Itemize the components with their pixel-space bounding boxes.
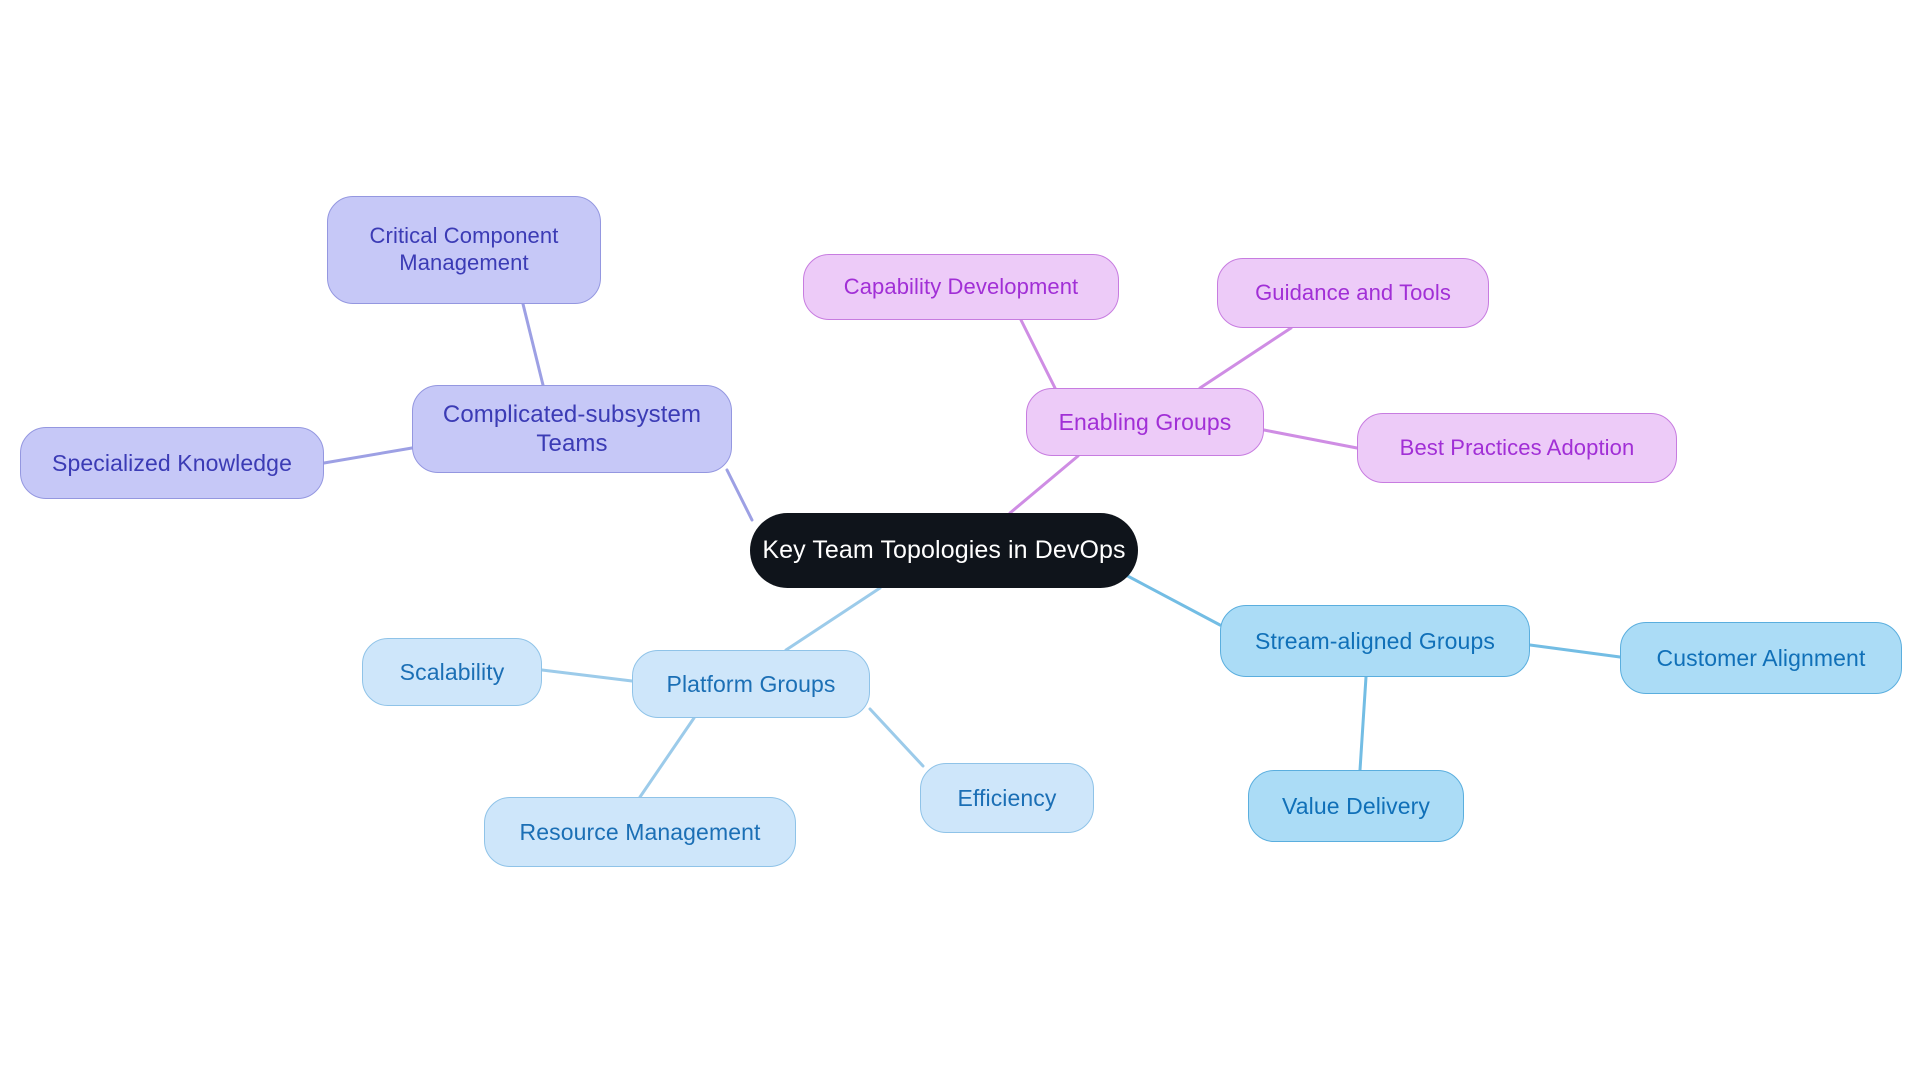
mindmap-node-stream-aligned-groups[interactable]: Stream-aligned Groups bbox=[1220, 605, 1530, 677]
edge-enabling-bestpractices bbox=[1262, 428, 1359, 450]
mindmap-node-label: Best Practices Adoption bbox=[1399, 434, 1635, 460]
mindmap-node-label: Guidance and Tools bbox=[1255, 279, 1451, 305]
mindmap-node-label: Critical Component Management bbox=[369, 223, 559, 275]
mindmap-node-complicated-subsystem-teams[interactable]: Complicated-subsystem Teams bbox=[412, 385, 732, 473]
edge-platform-scalability bbox=[540, 668, 634, 683]
edge-root-stream bbox=[1120, 571, 1222, 627]
edge-root-complicated bbox=[725, 468, 754, 522]
mindmap-node-guidance-and-tools[interactable]: Guidance and Tools bbox=[1217, 258, 1489, 328]
edge-platform-resource bbox=[638, 716, 696, 799]
mindmap-node-resource-management[interactable]: Resource Management bbox=[484, 797, 796, 867]
mindmap-node-label: Customer Alignment bbox=[1656, 644, 1866, 671]
edge-platform-efficiency bbox=[868, 707, 925, 768]
mindmap-node-label: Scalability bbox=[399, 658, 505, 685]
edge-complicated-critical bbox=[521, 302, 545, 387]
edge-enabling-capability bbox=[1019, 318, 1057, 390]
mindmap-node-label: Specialized Knowledge bbox=[52, 449, 292, 476]
mindmap-node-capability-development[interactable]: Capability Development bbox=[803, 254, 1119, 320]
mindmap-node-label: Value Delivery bbox=[1282, 792, 1430, 819]
mindmap-node-label: Resource Management bbox=[519, 818, 761, 845]
edge-stream-customer bbox=[1528, 643, 1622, 659]
mindmap-node-efficiency[interactable]: Efficiency bbox=[920, 763, 1094, 833]
mindmap-node-label: Capability Development bbox=[843, 273, 1079, 299]
mindmap-node-enabling-groups[interactable]: Enabling Groups bbox=[1026, 388, 1264, 456]
edge-root-enabling bbox=[1008, 454, 1080, 515]
mindmap-node-customer-alignment[interactable]: Customer Alignment bbox=[1620, 622, 1902, 694]
mindmap-node-platform-groups[interactable]: Platform Groups bbox=[632, 650, 870, 718]
mindmap-node-scalability[interactable]: Scalability bbox=[362, 638, 542, 706]
mindmap-node-critical-component-management[interactable]: Critical Component Management bbox=[327, 196, 601, 304]
mindmap-node-label: Stream-aligned Groups bbox=[1255, 627, 1495, 654]
mindmap-node-label: Platform Groups bbox=[666, 670, 836, 697]
mindmap-node-label: Enabling Groups bbox=[1058, 408, 1232, 435]
mindmap-node-specialized-knowledge[interactable]: Specialized Knowledge bbox=[20, 427, 324, 499]
mindmap-node-label: Key Team Topologies in DevOps bbox=[762, 536, 1126, 565]
mindmap-node-label: Complicated-subsystem Teams bbox=[442, 400, 702, 457]
edge-root-platform bbox=[784, 586, 882, 652]
mindmap-node-root[interactable]: Key Team Topologies in DevOps bbox=[750, 513, 1138, 588]
mindmap-node-label: Efficiency bbox=[957, 784, 1057, 811]
edge-enabling-guidance bbox=[1198, 326, 1293, 390]
mindmap-node-value-delivery[interactable]: Value Delivery bbox=[1248, 770, 1464, 842]
mindmap-node-best-practices-adoption[interactable]: Best Practices Adoption bbox=[1357, 413, 1677, 483]
edge-complicated-specialized bbox=[322, 446, 414, 465]
edge-stream-value bbox=[1358, 675, 1368, 772]
mindmap-canvas: Critical Component Management Specialized… bbox=[0, 0, 1920, 1083]
